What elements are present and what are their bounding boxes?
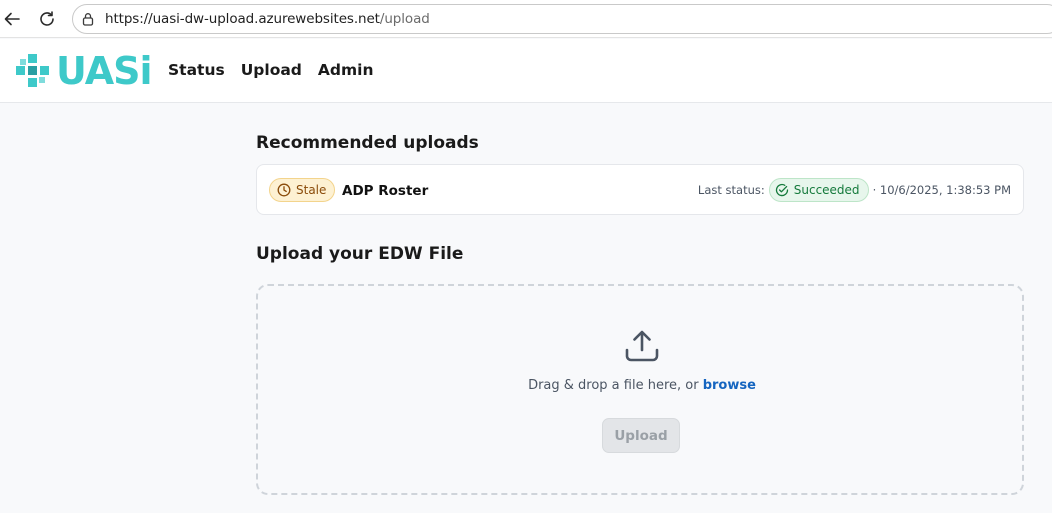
file-dropzone[interactable]: Drag & drop a file here, or browse Uploa… bbox=[256, 284, 1024, 495]
dropzone-instructions: Drag & drop a file here, or bbox=[528, 378, 703, 393]
status-badge-label: Succeeded bbox=[793, 183, 860, 197]
stale-badge-label: Stale bbox=[296, 183, 327, 197]
clock-icon bbox=[277, 183, 291, 197]
logo[interactable]: UASi bbox=[14, 50, 152, 92]
browse-link[interactable]: browse bbox=[703, 378, 756, 393]
dropzone-text: Drag & drop a file here, or browse bbox=[258, 378, 1026, 393]
main-nav: Status Upload Admin bbox=[168, 61, 374, 79]
upload-button[interactable]: Upload bbox=[602, 418, 680, 453]
url-text: https://uasi-dw-upload.azurewebsites.net… bbox=[105, 11, 430, 27]
status-badge: Succeeded bbox=[768, 178, 869, 202]
last-status-timestamp: · 10/6/2025, 1:38:53 PM bbox=[872, 183, 1011, 197]
reload-icon bbox=[40, 11, 54, 26]
reload-button[interactable] bbox=[35, 7, 59, 31]
check-circle-icon bbox=[775, 183, 788, 197]
nav-admin[interactable]: Admin bbox=[318, 61, 374, 79]
lock-icon[interactable] bbox=[81, 11, 97, 27]
nav-upload[interactable]: Upload bbox=[241, 61, 302, 79]
recommended-item[interactable]: Stale ADP Roster Last status: Succeeded … bbox=[256, 164, 1024, 215]
browser-toolbar: https://uasi-dw-upload.azurewebsites.net… bbox=[0, 0, 1052, 38]
recommended-title: Recommended uploads bbox=[256, 133, 479, 153]
logo-text: UASi bbox=[56, 49, 152, 93]
upload-title: Upload your EDW File bbox=[256, 244, 464, 264]
address-bar[interactable]: https://uasi-dw-upload.azurewebsites.net… bbox=[72, 4, 1052, 34]
last-status: Last status: Succeeded · 10/6/2025, 1:38… bbox=[698, 178, 1011, 202]
arrow-left-icon bbox=[4, 12, 20, 26]
app-header: UASi Status Upload Admin bbox=[0, 39, 1052, 103]
last-status-label: Last status: bbox=[697, 183, 765, 197]
upload-icon bbox=[625, 330, 659, 362]
recommended-item-name: ADP Roster bbox=[342, 183, 429, 199]
url-path: /upload bbox=[379, 11, 430, 27]
logo-cross-icon bbox=[16, 54, 49, 87]
url-host: https://uasi-dw-upload.azurewebsites.net bbox=[105, 11, 380, 27]
back-button[interactable] bbox=[0, 7, 24, 31]
nav-status[interactable]: Status bbox=[168, 61, 225, 79]
stale-badge: Stale bbox=[269, 178, 336, 202]
